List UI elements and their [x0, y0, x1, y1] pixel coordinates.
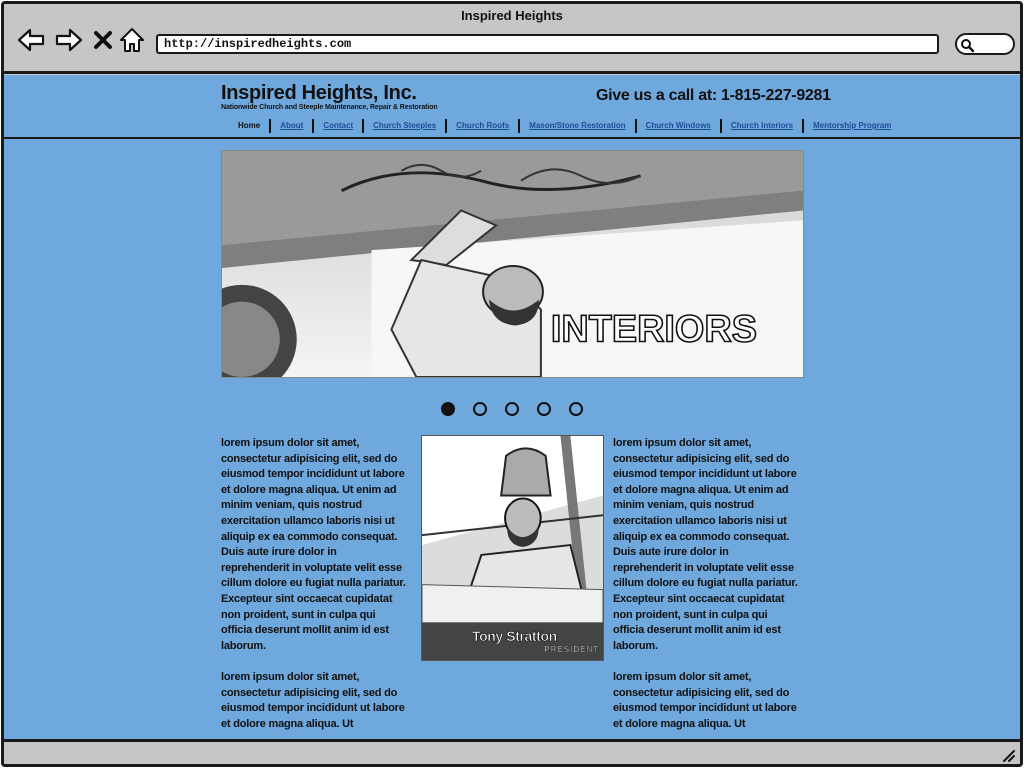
- window-title: Inspired Heights: [461, 8, 563, 23]
- nav-link-church-interiors[interactable]: Church Interiors: [722, 119, 802, 133]
- search-field[interactable]: [955, 33, 1015, 55]
- phone-label: Give us a call at:: [596, 87, 717, 104]
- nav-link-home[interactable]: Home: [229, 119, 269, 133]
- carousel-dot-1[interactable]: [441, 402, 455, 416]
- president-portrait: Tony Stratton PRESIDENT: [421, 435, 604, 661]
- hero-overlay-text: INTERIORS: [551, 308, 757, 350]
- nav-link-church-windows[interactable]: Church Windows: [637, 119, 720, 133]
- body-paragraph: lorem ipsum dolor sit amet, consectetur …: [613, 670, 797, 730]
- search-icon: [961, 39, 975, 53]
- page-viewport: Inspired Heights, Inc. Nationwide Church…: [4, 75, 1020, 742]
- nav-link-contact[interactable]: Contact: [314, 119, 362, 133]
- portrait-role: PRESIDENT: [544, 645, 599, 654]
- carousel-dot-5[interactable]: [569, 402, 583, 416]
- carousel-dots: [441, 402, 583, 416]
- site-name: Inspired Heights, Inc.: [221, 82, 417, 104]
- hero-image: INTERIORS: [222, 151, 803, 377]
- right-text-column: lorem ipsum dolor sit amet, consectetur …: [613, 436, 799, 742]
- phone-number[interactable]: 1-815-227-9281: [721, 87, 831, 104]
- nav-link-church-steeples[interactable]: Church Steeples: [364, 119, 445, 133]
- portrait-image: [422, 436, 603, 660]
- portrait-name: Tony Stratton: [472, 628, 558, 645]
- nav-link-church-roofs[interactable]: Church Roofs: [447, 119, 518, 133]
- body-paragraph: lorem ipsum dolor sit amet, consectetur …: [613, 437, 798, 652]
- back-arrow-icon[interactable]: [16, 26, 46, 54]
- address-bar[interactable]: http://inspiredheights.com: [156, 34, 939, 54]
- carousel-dot-2[interactable]: [473, 402, 487, 416]
- nav-link-mentorship-program[interactable]: Mentorship Program: [804, 119, 900, 133]
- site-header: Inspired Heights, Inc. Nationwide Church…: [4, 75, 1020, 139]
- site-tagline: Nationwide Church and Steeple Maintenanc…: [221, 104, 438, 111]
- left-text-column: lorem ipsum dolor sit amet, consectetur …: [221, 436, 407, 742]
- body-paragraph: lorem ipsum dolor sit amet, consectetur …: [221, 437, 406, 652]
- hero-slide: INTERIORS: [221, 150, 804, 378]
- body-paragraph: lorem ipsum dolor sit amet, consectetur …: [221, 670, 405, 730]
- home-icon[interactable]: [118, 26, 146, 54]
- carousel-dot-3[interactable]: [505, 402, 519, 416]
- main-nav: Home About Contact Church Steeples Church Ro…: [229, 119, 900, 133]
- browser-toolbar: Inspired Heights http://inspiredheights.…: [4, 4, 1020, 74]
- forward-arrow-icon[interactable]: [54, 26, 84, 54]
- nav-link-about[interactable]: About: [271, 119, 312, 133]
- brand: Inspired Heights, Inc. Nationwide Church…: [221, 82, 438, 111]
- status-bar: [4, 739, 1020, 764]
- browser-window: Inspired Heights http://inspiredheights.…: [1, 1, 1023, 767]
- phone-callout: Give us a call at: 1-815-227-9281: [596, 87, 831, 105]
- resize-grip-icon[interactable]: [1000, 748, 1016, 762]
- carousel-dot-4[interactable]: [537, 402, 551, 416]
- nav-link-mason-stone-restoration[interactable]: Mason/Stone Restoration: [520, 119, 634, 133]
- close-icon[interactable]: [92, 26, 114, 54]
